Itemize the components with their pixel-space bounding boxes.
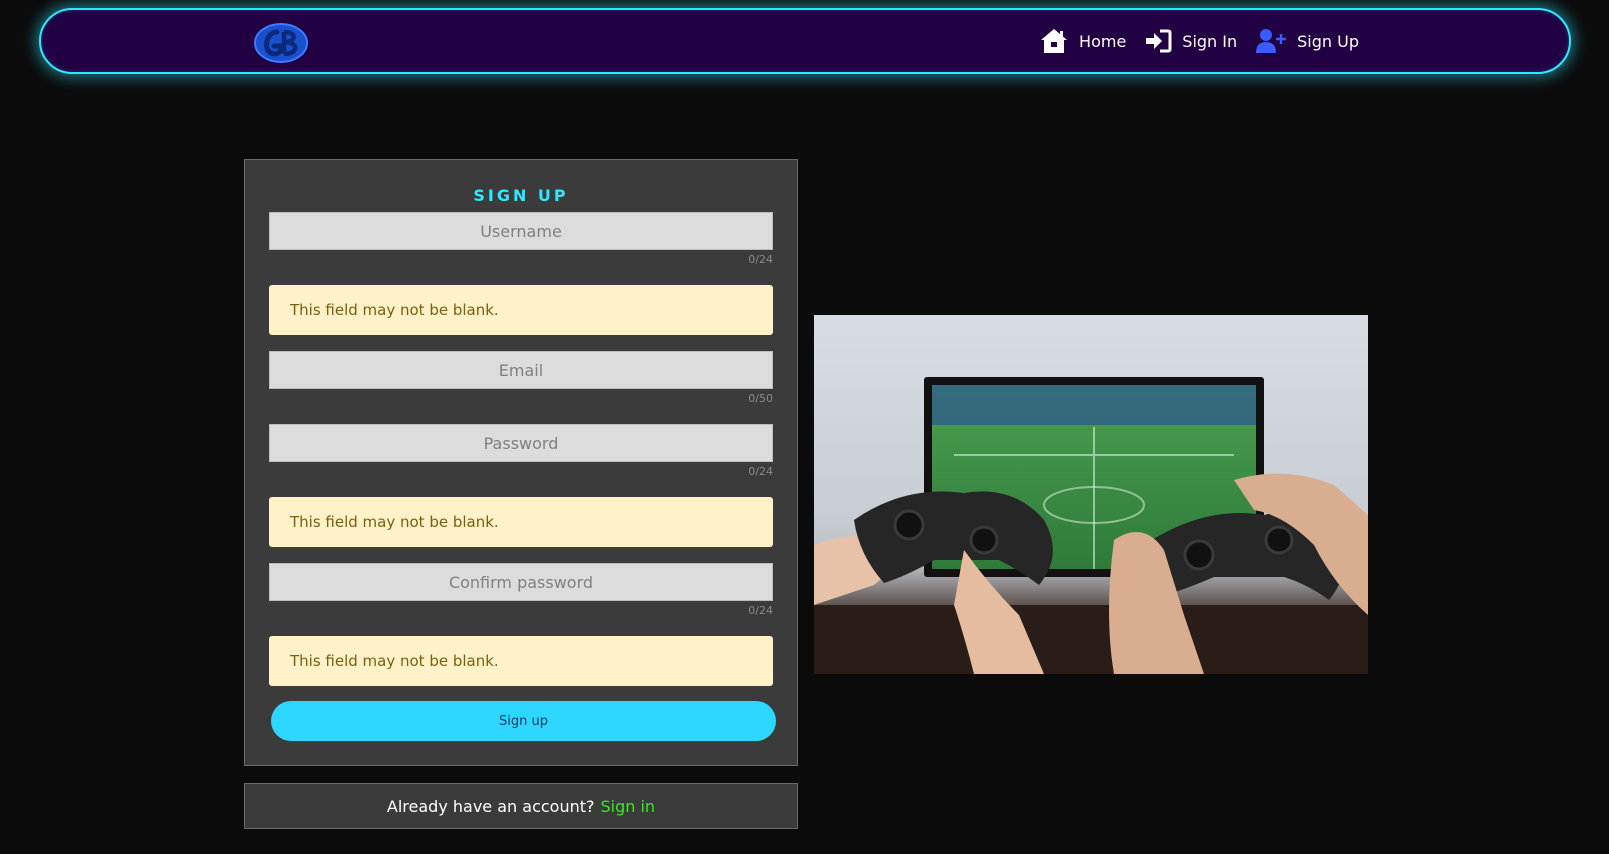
- sign-in-prompt-text: Already have an account?: [386, 796, 595, 816]
- password-error-alert: This field may not be blank.: [269, 497, 773, 547]
- gaming-controllers-illustration: [814, 377, 1368, 674]
- gaming-hero-image: [814, 315, 1368, 674]
- nav-sign-in-link[interactable]: Sign In: [1144, 28, 1237, 54]
- confirm-password-counter: 0/24: [748, 604, 773, 617]
- nav-links: Home Sign In Sign Up: [1039, 10, 1359, 72]
- username-error-text: This field may not be blank.: [290, 301, 499, 319]
- sign-up-submit-button[interactable]: Sign up: [271, 701, 776, 741]
- home-icon: [1041, 29, 1068, 53]
- gb-logo-icon[interactable]: [253, 22, 309, 64]
- user-plus-icon: [1256, 29, 1287, 53]
- password-error-text: This field may not be blank.: [290, 513, 499, 531]
- sign-in-prompt-box: Already have an account? Sign in: [244, 783, 798, 829]
- sign-up-card: SIGN UP 0/24 This field may not be blank…: [244, 159, 798, 766]
- confirm-password-error-alert: This field may not be blank.: [269, 636, 773, 686]
- nav-home-label: Home: [1079, 31, 1127, 51]
- username-error-alert: This field may not be blank.: [269, 285, 773, 335]
- nav-sign-up-link[interactable]: Sign Up: [1255, 28, 1359, 54]
- username-counter: 0/24: [748, 253, 773, 266]
- email-input[interactable]: [269, 351, 773, 389]
- nav-sign-in-label: Sign In: [1182, 31, 1238, 51]
- password-input[interactable]: [269, 424, 773, 462]
- form-title: SIGN UP: [473, 186, 569, 205]
- sign-in-icon: [1146, 29, 1172, 53]
- nav-sign-up-label: Sign Up: [1297, 31, 1359, 51]
- confirm-password-error-text: This field may not be blank.: [290, 652, 499, 670]
- email-counter: 0/50: [748, 392, 773, 405]
- nav-home-link[interactable]: Home: [1039, 27, 1126, 55]
- navbar: Home Sign In Sign Up: [39, 8, 1571, 74]
- username-input[interactable]: [269, 212, 773, 250]
- sign-in-link[interactable]: Sign in: [601, 797, 656, 816]
- confirm-password-input[interactable]: [269, 563, 773, 601]
- password-counter: 0/24: [748, 465, 773, 478]
